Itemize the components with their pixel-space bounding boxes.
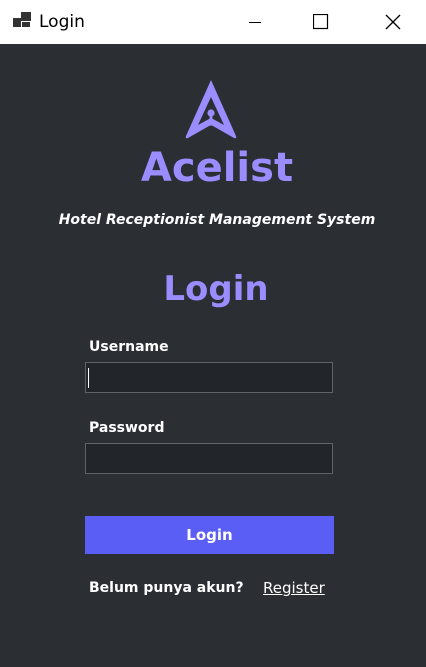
brand-tagline: Hotel Receptionist Management System <box>58 212 376 228</box>
username-field[interactable] <box>85 362 333 393</box>
password-label: Password <box>89 420 165 436</box>
brand-name: Acelist <box>140 145 294 191</box>
minimize-button[interactable] <box>232 0 278 44</box>
login-heading: Login <box>163 269 269 309</box>
minimize-icon <box>249 22 261 23</box>
register-prompt: Belum punya akun? <box>89 580 244 596</box>
username-label: Username <box>89 339 169 355</box>
window-title: Login <box>39 12 85 32</box>
login-window: Login Acelist Hotel Receptionist Managem… <box>0 0 426 667</box>
lock-arrow-logo-icon <box>185 80 237 139</box>
text-caret <box>88 368 89 388</box>
close-icon <box>385 14 401 30</box>
title-bar[interactable]: Login <box>0 0 426 44</box>
register-link[interactable]: Register <box>263 578 325 598</box>
maximize-icon <box>313 14 329 30</box>
close-button[interactable] <box>370 0 416 44</box>
login-button[interactable]: Login <box>85 516 334 554</box>
maximize-button[interactable] <box>298 0 344 44</box>
password-field[interactable] <box>85 443 333 474</box>
app-icon <box>13 12 31 27</box>
